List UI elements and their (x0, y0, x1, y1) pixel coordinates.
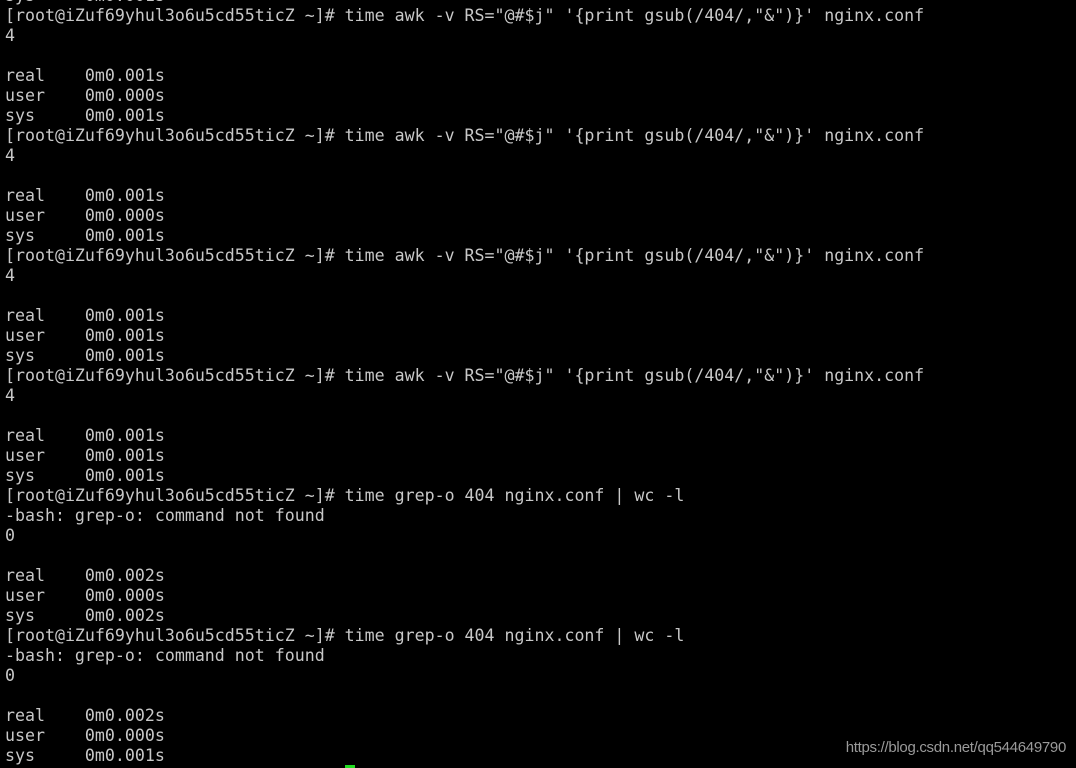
terminal-output[interactable]: sys 0m0.001s[root@iZuf69yhul3o6u5cd55tic… (5, 0, 1076, 768)
terminal-line: real 0m0.002s (5, 566, 165, 585)
terminal-line: real 0m0.002s (5, 706, 165, 725)
terminal-line: [root@iZuf69yhul3o6u5cd55ticZ ~]# time a… (5, 246, 925, 265)
terminal-line: [root@iZuf69yhul3o6u5cd55ticZ ~]# time g… (5, 626, 685, 645)
watermark: https://blog.csdn.net/qq544649790 (845, 739, 1067, 756)
terminal-line: 4 (5, 146, 15, 165)
terminal-line: real 0m0.001s (5, 186, 165, 205)
terminal-line: 0 (5, 666, 15, 685)
terminal-line: 4 (5, 386, 15, 405)
terminal-line: sys 0m0.002s (5, 606, 165, 625)
terminal-line: user 0m0.000s (5, 86, 165, 105)
terminal-line: sys 0m0.001s (5, 106, 165, 125)
terminal-line: real 0m0.001s (5, 66, 165, 85)
terminal-line: [root@iZuf69yhul3o6u5cd55ticZ ~]# time g… (5, 486, 685, 505)
terminal-line: sys 0m0.001s (5, 466, 165, 485)
terminal-line: 0 (5, 526, 15, 545)
terminal-line: user 0m0.000s (5, 586, 165, 605)
terminal-line: [root@iZuf69yhul3o6u5cd55ticZ ~]# time a… (5, 6, 925, 25)
terminal-line: 4 (5, 26, 15, 45)
terminal-line: real 0m0.001s (5, 426, 165, 445)
terminal-line: [root@iZuf69yhul3o6u5cd55ticZ ~]# time a… (5, 126, 925, 145)
terminal-line: real 0m0.001s (5, 306, 165, 325)
terminal-line: user 0m0.000s (5, 206, 165, 225)
terminal-line: user 0m0.001s (5, 326, 165, 345)
terminal-line: -bash: grep-o: command not found (5, 646, 325, 665)
terminal-line: sys 0m0.001s (5, 226, 165, 245)
terminal-line: 4 (5, 266, 15, 285)
terminal-line: -bash: grep-o: command not found (5, 506, 325, 525)
terminal-line: user 0m0.001s (5, 446, 165, 465)
terminal-line: sys 0m0.001s (5, 346, 165, 365)
terminal-line: [root@iZuf69yhul3o6u5cd55ticZ ~]# time a… (5, 366, 925, 385)
